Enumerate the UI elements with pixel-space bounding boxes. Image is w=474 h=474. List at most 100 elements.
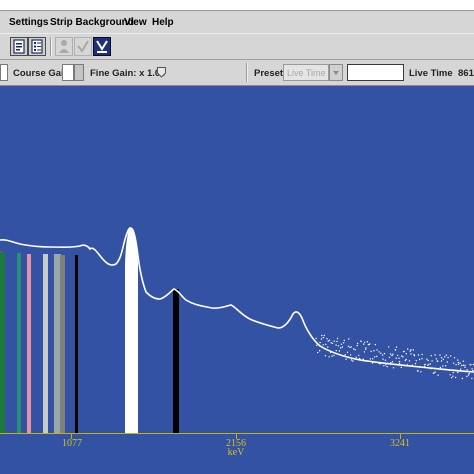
noise-point <box>395 346 398 348</box>
noise-point <box>328 356 330 358</box>
control-separator <box>246 63 248 82</box>
noise-point <box>335 349 337 352</box>
spectrum-plot[interactable] <box>0 86 474 433</box>
noise-point <box>464 366 466 369</box>
noise-point <box>356 344 358 347</box>
noise-point <box>336 340 338 343</box>
preset-label: Preset <box>254 68 284 79</box>
noise-point <box>344 354 346 356</box>
view-button[interactable] <box>93 37 111 56</box>
noise-point <box>405 358 407 361</box>
noise-point <box>407 348 409 350</box>
marker-3 <box>27 254 31 433</box>
control-bar: Course Gain Fine Gain: x 1.00 Preset Liv… <box>0 59 474 86</box>
noise-point <box>322 336 325 339</box>
page-button[interactable] <box>10 37 28 56</box>
noise-point <box>365 348 367 350</box>
menu-bar: Settings Strip Background View Help <box>0 10 474 33</box>
noise-point <box>452 375 454 377</box>
noise-point <box>360 340 362 342</box>
noise-point <box>388 356 391 359</box>
noise-point <box>364 341 366 343</box>
noise-point <box>331 342 334 345</box>
noise-point <box>329 351 332 354</box>
noise-point <box>398 360 401 363</box>
noise-point <box>338 350 341 352</box>
preset-dropdown-button[interactable] <box>329 64 343 81</box>
fine-gain-slider-thumb[interactable] <box>157 67 166 78</box>
noise-point <box>472 369 474 372</box>
noise-point <box>391 354 393 357</box>
noise-point <box>448 369 451 371</box>
menu-settings[interactable]: Settings <box>9 17 48 28</box>
noise-point <box>462 360 464 362</box>
course-gain-spinner[interactable] <box>62 64 74 81</box>
list-page-button[interactable] <box>28 37 46 56</box>
spectrum-trace <box>0 227 474 373</box>
preset-input[interactable] <box>347 64 404 81</box>
marker-2 <box>17 253 21 433</box>
person-button[interactable] <box>55 37 73 56</box>
noise-point <box>336 337 339 340</box>
course-gain-stepper[interactable] <box>74 64 84 81</box>
noise-point <box>321 334 323 337</box>
noise-point <box>376 355 378 358</box>
noise-point <box>315 337 317 340</box>
left-field[interactable] <box>0 64 8 81</box>
noise-point <box>383 352 386 355</box>
noise-point <box>444 356 446 358</box>
preset-select[interactable]: Live Time <box>283 64 329 81</box>
menu-strip-background[interactable]: Strip Background <box>50 17 134 28</box>
noise-point <box>323 334 325 337</box>
noise-point <box>471 368 473 370</box>
noise-point <box>352 360 354 362</box>
noise-point <box>382 358 384 360</box>
noise-point <box>353 348 355 350</box>
noise-point <box>455 364 457 366</box>
check-button[interactable] <box>74 37 92 56</box>
noise-point <box>418 358 421 361</box>
noise-point <box>356 342 359 345</box>
noise-point <box>429 363 432 365</box>
noise-point <box>421 358 423 360</box>
noise-points <box>315 334 474 380</box>
noise-point <box>392 367 395 369</box>
noise-point <box>427 359 429 362</box>
noise-point <box>428 363 430 366</box>
noise-point <box>349 354 352 356</box>
noise-point <box>462 364 465 366</box>
noise-point <box>395 357 397 359</box>
noise-point <box>374 356 376 358</box>
noise-point <box>461 364 463 367</box>
noise-point <box>326 338 328 340</box>
noise-point <box>376 349 378 351</box>
noise-point <box>412 349 414 351</box>
noise-point <box>374 343 376 346</box>
noise-point <box>324 355 327 357</box>
noise-point <box>350 346 352 348</box>
noise-point <box>328 339 331 341</box>
noise-point <box>435 358 438 360</box>
noise-point <box>424 363 426 366</box>
noise-point <box>374 361 376 364</box>
noise-point <box>358 357 361 360</box>
noise-point <box>363 351 366 353</box>
noise-point <box>327 346 329 348</box>
noise-point <box>440 360 443 362</box>
menu-view[interactable]: View <box>124 17 147 28</box>
noise-point <box>384 359 387 361</box>
noise-point <box>390 362 392 364</box>
noise-point <box>454 376 457 379</box>
noise-point <box>424 366 426 368</box>
axis-unit-label: keV <box>227 447 245 458</box>
noise-point <box>369 358 372 360</box>
noise-point <box>467 374 470 376</box>
menu-help[interactable]: Help <box>152 17 174 28</box>
noise-point <box>330 342 332 344</box>
fine-gain-label: Fine Gain: x 1.00 <box>90 68 166 79</box>
noise-point <box>372 358 374 360</box>
noise-point <box>466 369 468 371</box>
energy-axis: 1077 2156 3241 keV <box>0 433 474 474</box>
noise-point <box>433 372 435 374</box>
noise-point <box>331 355 333 357</box>
